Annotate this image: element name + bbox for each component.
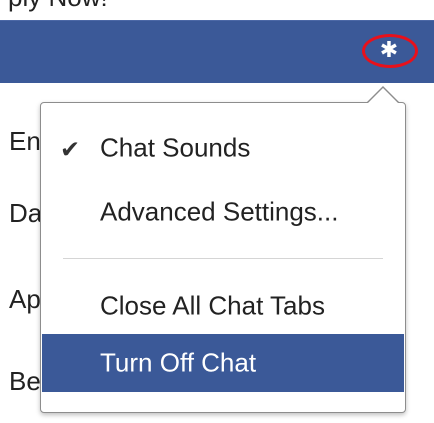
menu-pointer-fill — [367, 88, 399, 104]
top-header-strip: ply Now! — [0, 0, 434, 20]
menu-divider — [63, 258, 383, 259]
list-item[interactable]: Be — [9, 366, 41, 397]
chat-options-menu: ✔ Chat Sounds Advanced Settings... Close… — [40, 102, 406, 413]
menu-item-chat-sounds[interactable]: ✔ Chat Sounds — [42, 119, 404, 177]
menu-item-label: Turn Off Chat — [100, 347, 257, 378]
highlight-ring — [362, 34, 418, 68]
menu-item-turn-off-chat[interactable]: Turn Off Chat — [42, 334, 404, 392]
check-icon: ✔ — [60, 135, 81, 164]
menu-item-label: Close All Chat Tabs — [100, 290, 325, 321]
menu-item-label: Chat Sounds — [100, 132, 251, 163]
list-item[interactable]: Da — [9, 198, 42, 229]
list-item[interactable]: En — [9, 126, 41, 157]
menu-item-label: Advanced Settings... — [100, 196, 339, 227]
list-item[interactable]: Ap — [9, 284, 41, 315]
menu-item-close-all-chat-tabs[interactable]: Close All Chat Tabs — [42, 277, 404, 335]
header-partial-text: ply Now! — [8, 0, 108, 13]
menu-item-advanced-settings[interactable]: Advanced Settings... — [42, 183, 404, 241]
